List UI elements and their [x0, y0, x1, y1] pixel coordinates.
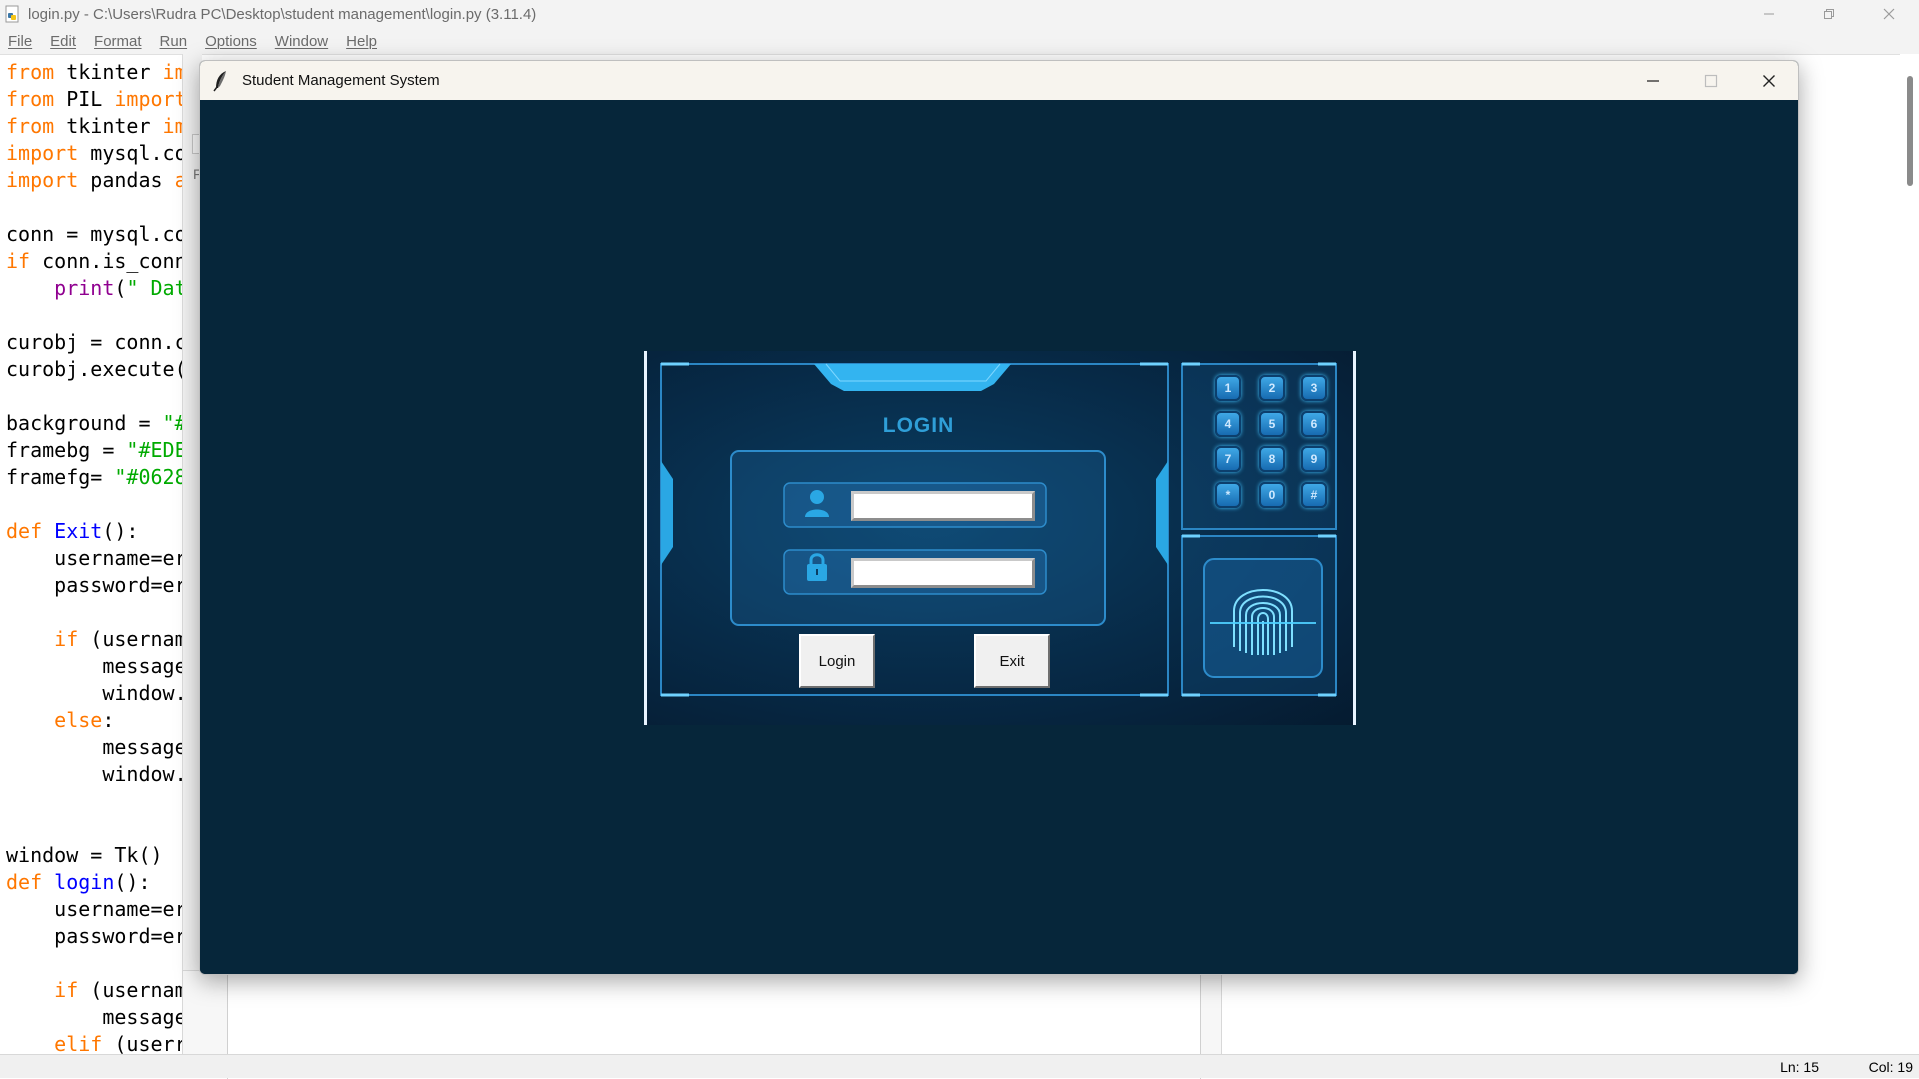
- username-input[interactable]: [854, 494, 1032, 518]
- keypad-key: 2: [1259, 375, 1285, 401]
- code-line[interactable]: def Exit():: [6, 518, 199, 545]
- code-line[interactable]: ​: [6, 599, 199, 626]
- keypad-key: 0: [1259, 482, 1285, 508]
- menu-format[interactable]: Format: [94, 33, 142, 50]
- status-line-number: Ln: 15: [1780, 1059, 1819, 1075]
- status-bar: Ln: 15 Col: 19: [0, 1054, 1919, 1078]
- code-line[interactable]: ​: [6, 302, 199, 329]
- code-line[interactable]: curobj = conn.c: [6, 329, 199, 356]
- python-file-icon: [5, 5, 19, 23]
- code-line[interactable]: username=er: [6, 545, 199, 572]
- tk-window-title: Student Management System: [242, 72, 440, 89]
- menu-run[interactable]: Run: [160, 33, 188, 50]
- code-line[interactable]: ​: [6, 383, 199, 410]
- keypad-key: #: [1301, 482, 1327, 508]
- code-line[interactable]: message: [6, 1004, 199, 1031]
- idle-close-button[interactable]: [1859, 0, 1919, 28]
- idle-minimize-button[interactable]: [1739, 0, 1799, 28]
- menu-window[interactable]: Window: [275, 33, 328, 50]
- keypad-key: 3: [1301, 375, 1327, 401]
- code-line[interactable]: ​: [6, 491, 199, 518]
- tk-close-button[interactable]: [1740, 61, 1798, 100]
- code-line[interactable]: username=er: [6, 896, 199, 923]
- exit-button[interactable]: Exit: [974, 634, 1050, 688]
- keypad-key: 1: [1215, 375, 1241, 401]
- keypad-key: 7: [1215, 446, 1241, 472]
- code-line[interactable]: curobj.execute(: [6, 356, 199, 383]
- minimize-icon: [1764, 13, 1774, 15]
- keypad-key: 8: [1259, 446, 1285, 472]
- keypad-key: 4: [1215, 411, 1241, 437]
- code-line[interactable]: message: [6, 734, 199, 761]
- tk-titlebar[interactable]: Student Management System: [200, 61, 1798, 100]
- student-management-window: Student Management System LOGIN Login Ex…: [199, 60, 1799, 975]
- code-line[interactable]: import mysql.co: [6, 140, 199, 167]
- code-line[interactable]: else:: [6, 707, 199, 734]
- code-line[interactable]: ​: [6, 788, 199, 815]
- code-line[interactable]: ​: [6, 194, 199, 221]
- menu-file[interactable]: File: [8, 33, 32, 50]
- editor-scrollbar[interactable]: [1901, 54, 1919, 1054]
- code-line[interactable]: window.: [6, 761, 199, 788]
- idle-titlebar: login.py - C:\Users\Rudra PC\Desktop\stu…: [0, 0, 1919, 28]
- close-icon: [1763, 74, 1775, 87]
- code-line[interactable]: conn = mysql.co: [6, 221, 199, 248]
- idle-menubar: File Edit Format Run Options Window Help: [0, 28, 1919, 54]
- menu-help[interactable]: Help: [346, 33, 377, 50]
- code-line[interactable]: framebg = "#EDE: [6, 437, 199, 464]
- password-field[interactable]: [851, 558, 1035, 588]
- restore-icon: [1824, 9, 1834, 19]
- code-line[interactable]: password=er: [6, 923, 199, 950]
- menu-edit[interactable]: Edit: [50, 33, 76, 50]
- code-line[interactable]: from tkinter im: [6, 113, 199, 140]
- code-line[interactable]: password=er: [6, 572, 199, 599]
- code-line[interactable]: if (usernam: [6, 977, 199, 1004]
- login-panel: LOGIN Login Exit 1 2 3 4 5 6 7 8 9 * 0 #: [644, 351, 1356, 725]
- code-line[interactable]: print(" Dat>: [6, 275, 199, 302]
- tk-window-body: LOGIN Login Exit 1 2 3 4 5 6 7 8 9 * 0 #: [200, 100, 1798, 974]
- login-heading: LOGIN: [882, 414, 955, 437]
- code-line[interactable]: ​: [6, 950, 199, 977]
- username-field[interactable]: [851, 491, 1035, 521]
- maximize-icon: [1704, 74, 1718, 87]
- code-line[interactable]: def login():: [6, 869, 199, 896]
- keypad-key: 5: [1259, 411, 1285, 437]
- code-line[interactable]: import pandas a: [6, 167, 199, 194]
- tk-minimize-button[interactable]: [1624, 61, 1682, 100]
- status-column-number: Col: 19: [1868, 1059, 1913, 1075]
- code-text[interactable]: from tkinter imp from PIL import from tkin…: [6, 59, 199, 1058]
- code-line[interactable]: from PIL import: [6, 86, 199, 113]
- code-line[interactable]: ​: [6, 815, 199, 842]
- code-line[interactable]: window.: [6, 680, 199, 707]
- tk-feather-icon: [213, 70, 226, 91]
- keypad-key: 6: [1301, 411, 1327, 437]
- code-line[interactable]: background = "#: [6, 410, 199, 437]
- keypad-key: 9: [1301, 446, 1327, 472]
- editor-scrollbar-thumb[interactable]: [1907, 76, 1913, 186]
- code-line[interactable]: message: [6, 653, 199, 680]
- menu-options[interactable]: Options: [205, 33, 257, 50]
- code-line[interactable]: if (usernam: [6, 626, 199, 653]
- idle-window-title: login.py - C:\Users\Rudra PC\Desktop\stu…: [28, 5, 537, 23]
- code-line[interactable]: from tkinter imp: [6, 59, 199, 86]
- code-line[interactable]: framefg= "#0628: [6, 464, 199, 491]
- close-icon: [1883, 8, 1895, 20]
- code-line[interactable]: if conn.is_conn: [6, 248, 199, 275]
- tk-maximize-button[interactable]: [1682, 61, 1740, 100]
- idle-restore-button[interactable]: [1799, 0, 1859, 28]
- login-button[interactable]: Login: [799, 634, 875, 688]
- password-input[interactable]: [854, 561, 1032, 585]
- code-line[interactable]: window = Tk(): [6, 842, 199, 869]
- minimize-icon: [1647, 79, 1659, 82]
- keypad-key: *: [1215, 482, 1241, 508]
